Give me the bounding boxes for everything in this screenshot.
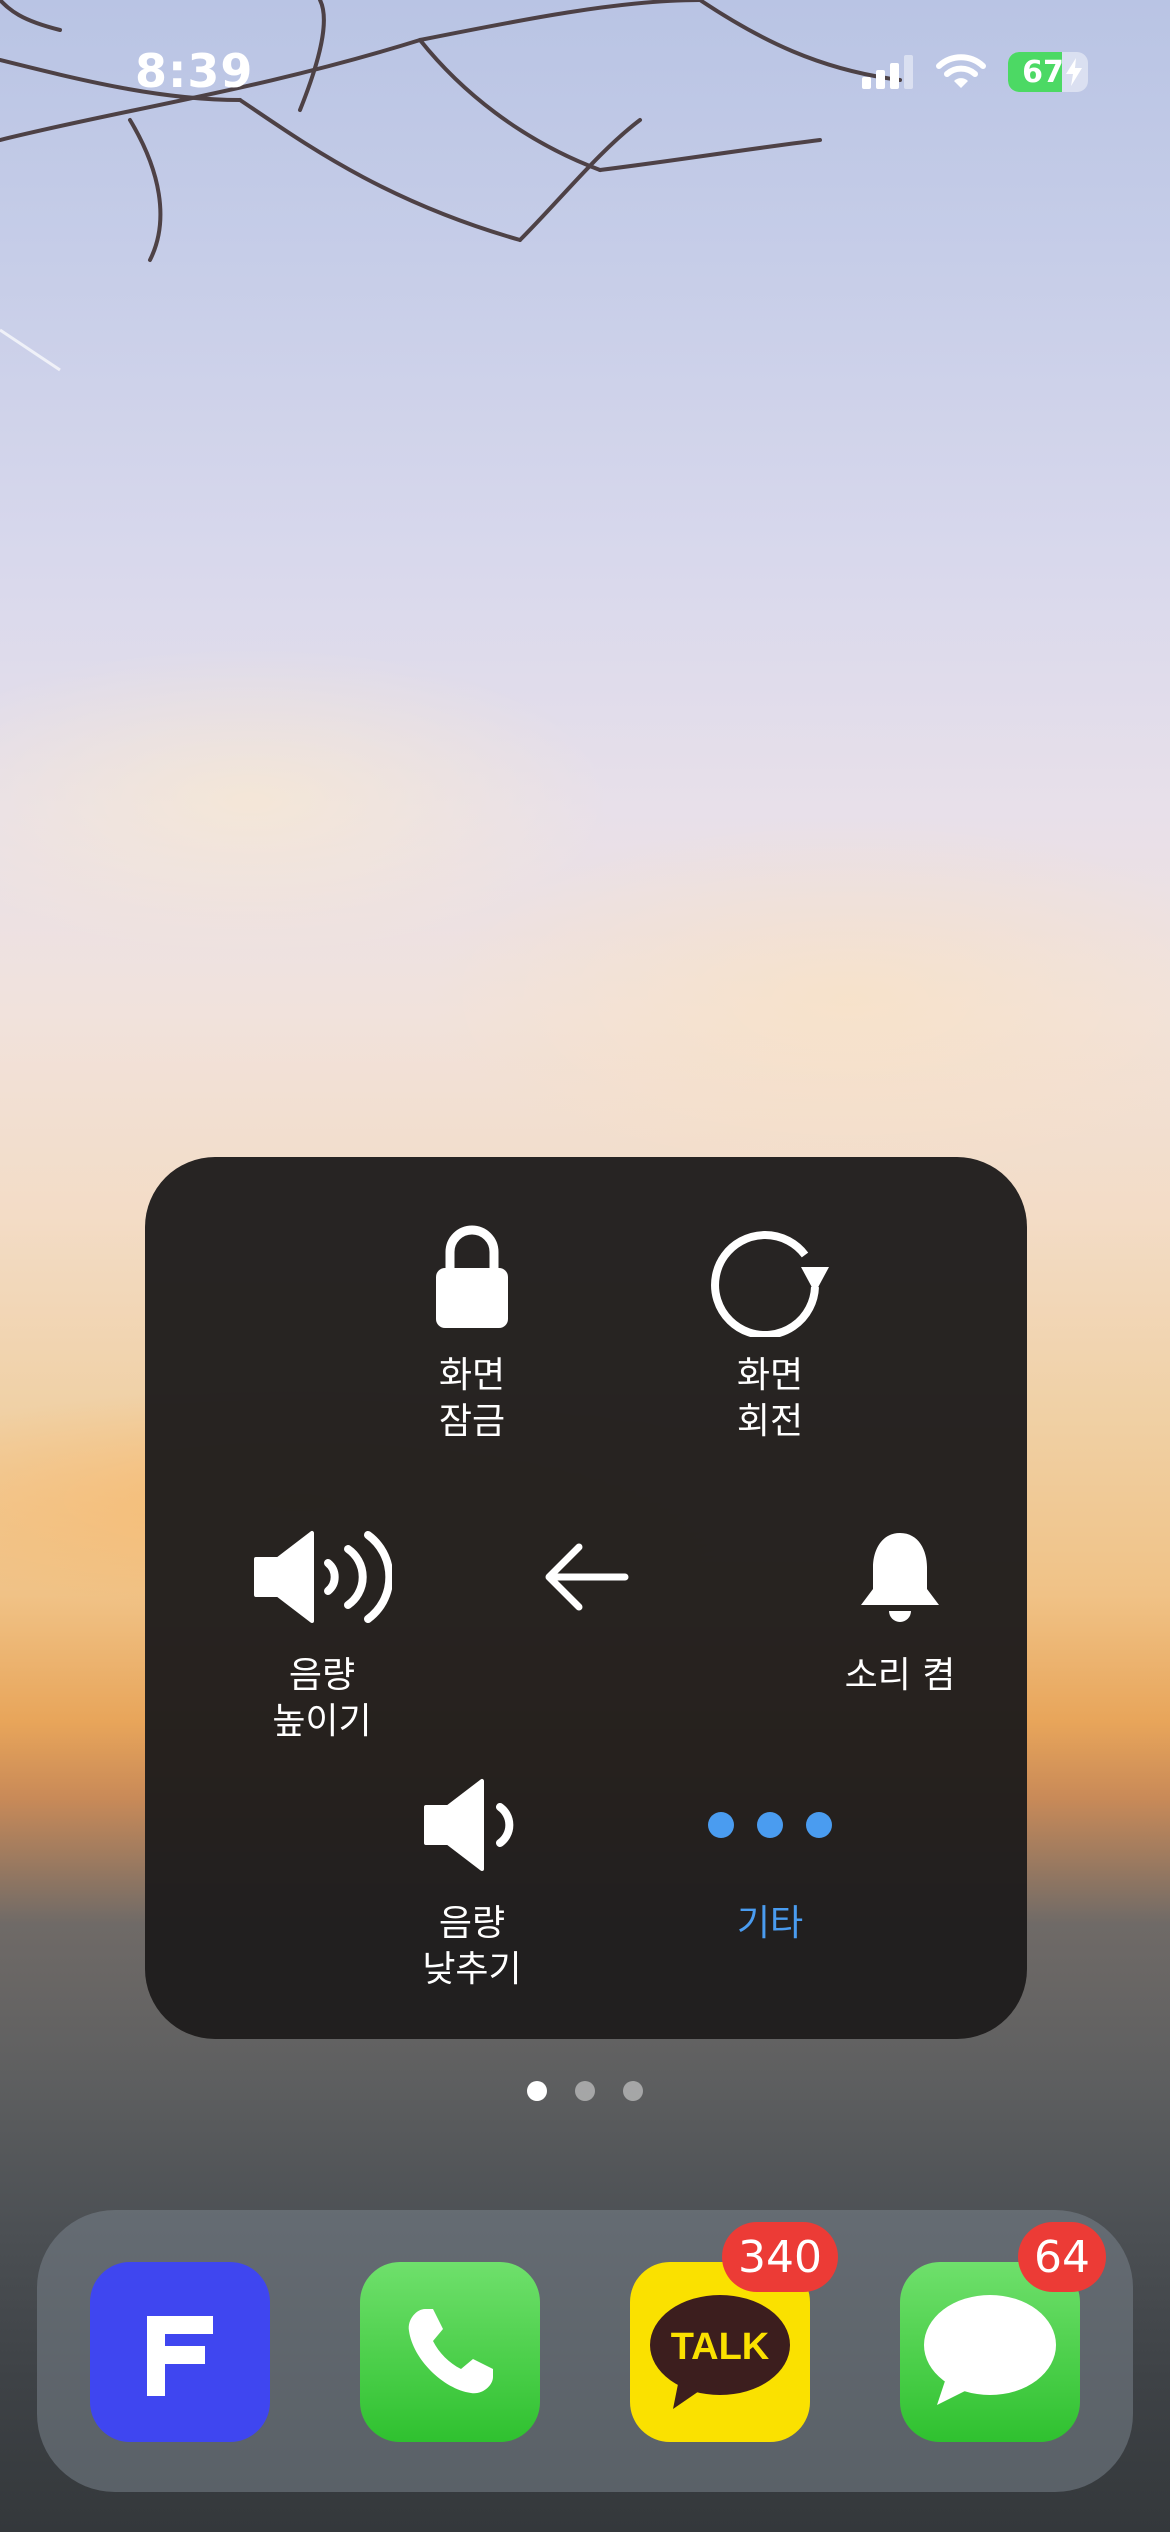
lock-icon	[436, 1225, 508, 1328]
more-label: 기타	[736, 1903, 804, 1944]
phone-icon	[408, 2309, 493, 2394]
volume-up-label: 음량 높이기	[272, 1655, 372, 1742]
messages-icon	[924, 2295, 1056, 2405]
rotate-screen-button[interactable]: 화면 회전	[660, 1217, 880, 1445]
rotate-screen-label: 화면 회전	[736, 1355, 804, 1442]
charging-bolt-icon	[1066, 58, 1082, 86]
wifi-icon	[936, 54, 986, 88]
dock-app-phone[interactable]	[360, 2262, 540, 2442]
volume-down-label: 음량 낮추기	[422, 1903, 522, 1990]
battery-indicator: 67	[1008, 52, 1088, 92]
unmute-label: 소리 켬	[844, 1655, 956, 1696]
volume-up-icon	[254, 1531, 392, 1623]
kakaotalk-badge: 340	[722, 2222, 838, 2292]
kakaotalk-icon: TALK	[650, 2295, 790, 2409]
dock-app-kakaotalk[interactable]: TALK 340	[630, 2222, 838, 2442]
back-button[interactable]	[476, 1517, 696, 1637]
lock-screen-label: 화면 잠금	[438, 1355, 506, 1442]
more-icon	[708, 1812, 832, 1838]
dock-app-flow[interactable]	[90, 2262, 270, 2442]
assistive-touch-menu: 화면 잠금 화면 회전 음량 높이기 소리 켬 음량 낮추기 기타	[145, 1157, 1027, 2039]
page-indicator[interactable]	[0, 2081, 1170, 2101]
back-arrow-icon	[545, 1543, 629, 1611]
volume-down-button[interactable]: 음량 낮추기	[362, 1765, 582, 1993]
bell-icon	[861, 1533, 939, 1622]
kakaotalk-logo-text: TALK	[671, 2326, 770, 2368]
volume-down-icon	[424, 1779, 514, 1871]
page-dot	[575, 2081, 595, 2101]
page-dot	[527, 2081, 547, 2101]
page-dot	[623, 2081, 643, 2101]
cellular-signal-icon	[862, 55, 913, 89]
messages-badge: 64	[1018, 2222, 1106, 2292]
status-time: 8:39	[135, 44, 254, 98]
status-icons: 67	[862, 52, 1088, 92]
flow-app-icon	[147, 2316, 213, 2396]
dock-app-messages[interactable]: 64	[900, 2222, 1106, 2442]
lock-screen-button[interactable]: 화면 잠금	[362, 1217, 582, 1445]
rotate-icon	[711, 1231, 829, 1337]
volume-up-button[interactable]: 음량 높이기	[212, 1517, 432, 1745]
more-button[interactable]: 기타	[660, 1765, 880, 1947]
unmute-button[interactable]: 소리 켬	[790, 1517, 1010, 1699]
